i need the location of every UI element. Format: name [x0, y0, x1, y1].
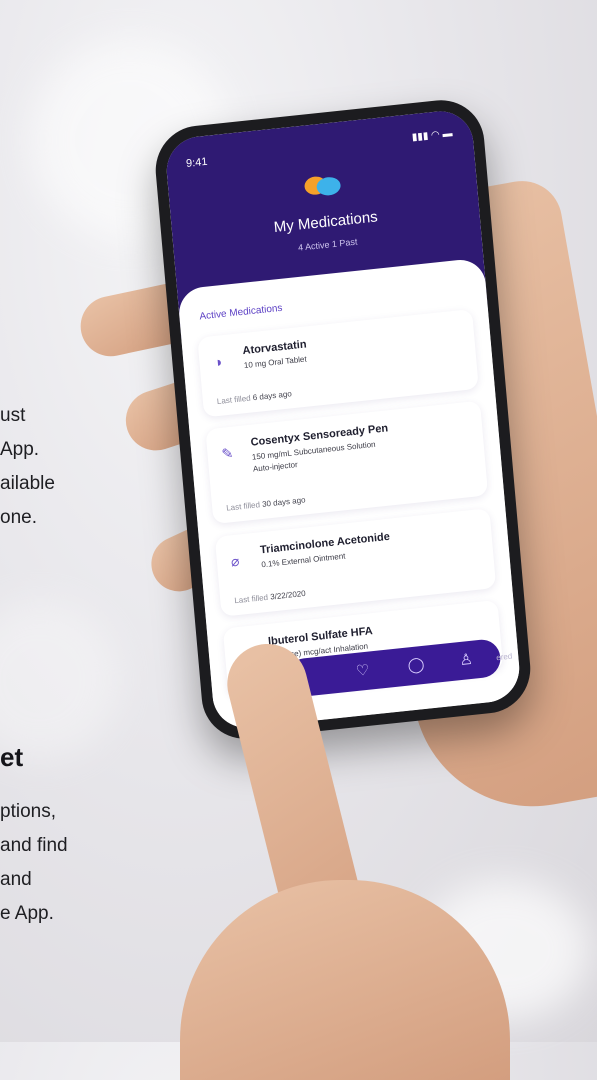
medication-name: Atorvastatin [242, 338, 308, 358]
section-heading: et [0, 742, 24, 772]
phone-screen: 9:41 ▮▮▮ ◠ ▬ My Medications 4 Active 1 P… [163, 108, 523, 731]
status-time: 9:41 [185, 155, 208, 171]
battery-icon: ▬ [442, 128, 453, 141]
chat-tab-icon[interactable]: ◯ [407, 655, 425, 675]
text-line: ust [0, 405, 26, 426]
medication-desc: 10 mg Oral Tablet [243, 354, 307, 371]
medication-card[interactable]: ⌀ Triamcinolone Acetonide 0.1% External … [214, 508, 497, 617]
syringe-icon: ✎ [220, 444, 234, 462]
medication-desc2: Auto-injector [252, 459, 299, 474]
last-filled: Last filled 3/22/2020 [233, 588, 307, 606]
status-icons: ▮▮▮ ◠ ▬ [411, 128, 453, 143]
chat-logo-icon [303, 174, 342, 200]
section-title: Active Medications [199, 302, 283, 323]
text-line: e App. [0, 903, 54, 924]
partial-text: ered [495, 651, 513, 663]
phone: 9:41 ▮▮▮ ◠ ▬ My Medications 4 Active 1 P… [152, 95, 534, 744]
signal-icon: ▮▮▮ [411, 130, 429, 144]
text-line: ailable [0, 473, 55, 494]
text-line: one. [0, 507, 37, 528]
text-line: and find [0, 835, 68, 856]
text-line: App. [0, 439, 40, 460]
wifi-icon: ◠ [430, 129, 441, 142]
tube-icon: ⌀ [230, 552, 241, 570]
medications-sheet: Active Medications ◑ Atorvastatin 10 mg … [177, 257, 523, 731]
medication-card[interactable]: ◑ Atorvastatin 10 mg Oral Tablet Last fi… [197, 308, 479, 418]
left-text-top: ust App. ailable one. [0, 401, 55, 537]
profile-tab-icon[interactable]: ♙ [459, 650, 474, 669]
medication-card[interactable]: ✎ Cosentyx Sensoready Pen 150 mg/mL Subc… [205, 400, 489, 525]
last-filled: Last filled 6 days ago [216, 389, 293, 407]
medications-tab-icon[interactable]: ♡ [355, 661, 370, 680]
text-line: and [0, 869, 32, 890]
last-filled: Last filled 30 days ago [225, 495, 306, 513]
left-text-bottom: ptions, and find and e App. [0, 797, 68, 933]
pill-icon: ◑ [212, 353, 223, 371]
text-line: ptions, [0, 801, 56, 822]
background-bokeh [0, 600, 120, 760]
